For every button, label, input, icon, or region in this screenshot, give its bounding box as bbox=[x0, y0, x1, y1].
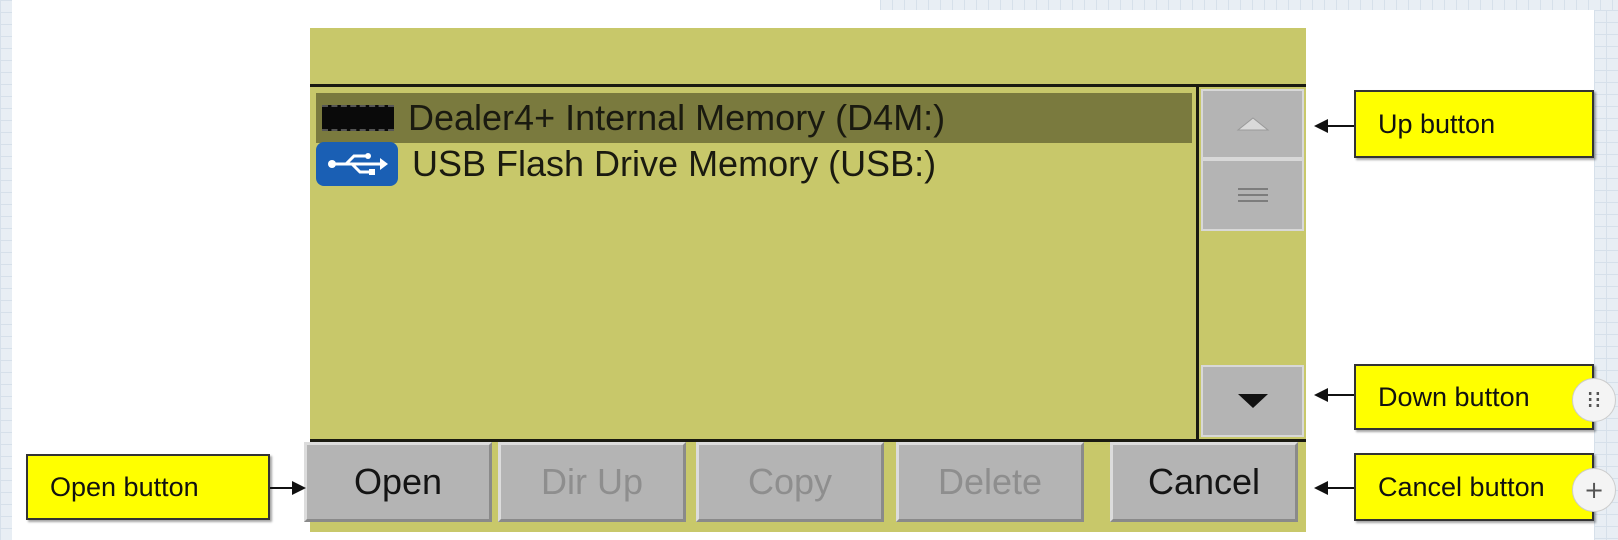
list-item-internal-memory[interactable]: Dealer4+ Internal Memory (D4M:) bbox=[316, 93, 1192, 143]
list-area: Dealer4+ Internal Memory (D4M:) USB Flas… bbox=[310, 84, 1306, 442]
arrow-up-callout-line bbox=[1326, 125, 1354, 127]
delete-button[interactable]: Delete bbox=[896, 442, 1084, 522]
cancel-button[interactable]: Cancel bbox=[1110, 442, 1298, 522]
list-item-usb-drive[interactable]: USB Flash Drive Memory (USB:) bbox=[316, 139, 1192, 189]
background-grid-left bbox=[0, 0, 12, 540]
background-grid-top bbox=[880, 0, 1618, 10]
callout-down-button: Down button bbox=[1354, 364, 1594, 430]
background-grid-right bbox=[1594, 10, 1618, 540]
dialog-title-bar bbox=[310, 28, 1306, 84]
triangle-up-icon bbox=[1236, 117, 1269, 131]
drag-handle-icon[interactable]: ⁝⁝ bbox=[1572, 378, 1616, 422]
dir-up-button[interactable]: Dir Up bbox=[498, 442, 686, 522]
file-dialog-screen: Dealer4+ Internal Memory (D4M:) USB Flas… bbox=[304, 28, 1306, 532]
button-bar: Open Dir Up Copy Delete Cancel bbox=[304, 442, 1306, 532]
scroll-up-button[interactable] bbox=[1201, 89, 1304, 159]
open-button[interactable]: Open bbox=[304, 442, 492, 522]
memory-chip-icon bbox=[322, 105, 394, 131]
arrow-cancel-callout-line bbox=[1326, 487, 1354, 489]
triangle-down-icon bbox=[1237, 394, 1268, 408]
grip-lines-icon bbox=[1237, 188, 1268, 202]
list-item-label: USB Flash Drive Memory (USB:) bbox=[412, 143, 937, 184]
callout-up-button: Up button bbox=[1354, 90, 1594, 158]
arrow-open-callout-head bbox=[292, 481, 306, 495]
plus-icon[interactable]: + bbox=[1572, 468, 1616, 512]
list-item-label: Dealer4+ Internal Memory (D4M:) bbox=[408, 97, 946, 138]
callout-cancel-button: Cancel button bbox=[1354, 453, 1594, 521]
arrow-open-callout-line bbox=[270, 487, 292, 489]
callout-open-button: Open button bbox=[26, 454, 270, 520]
vertical-scrollbar[interactable] bbox=[1199, 87, 1306, 439]
copy-button[interactable]: Copy bbox=[696, 442, 884, 522]
scroll-down-button[interactable] bbox=[1201, 365, 1304, 437]
usb-icon bbox=[316, 142, 398, 186]
scroll-thumb[interactable] bbox=[1201, 159, 1304, 231]
arrow-down-callout-line bbox=[1326, 394, 1354, 396]
file-list: Dealer4+ Internal Memory (D4M:) USB Flas… bbox=[310, 87, 1199, 439]
